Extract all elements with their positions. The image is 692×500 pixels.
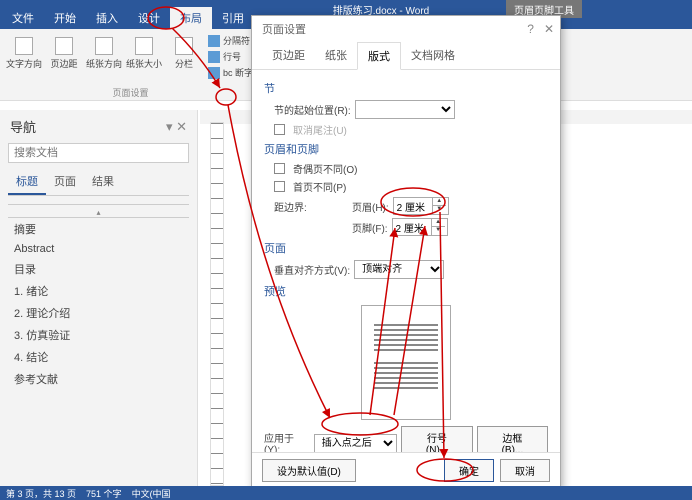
page-label: 页面 [264,240,548,256]
breaks-button[interactable]: 分隔符 [205,33,256,48]
text-direction-button[interactable]: 文字方向 [5,33,43,85]
nav-collapse-icon[interactable]: ▴ [8,204,189,218]
tab-design[interactable]: 设计 [128,7,170,29]
nav-item[interactable]: 3. 仿真验证 [8,324,189,346]
hf-label: 页眉和页脚 [264,141,548,157]
valign-select[interactable]: 顶端对齐 [354,260,444,279]
dlg-tab-margins[interactable]: 页边距 [262,42,315,69]
dialog-close-icon[interactable]: ✕ [544,22,554,36]
nav-item[interactable]: 1. 绪论 [8,280,189,302]
first-page-checkbox[interactable] [274,181,285,192]
tab-home[interactable]: 开始 [44,7,86,29]
first-page-label: 首页不同(P) [293,179,346,194]
margin-from-edge-label: 距边界: [274,199,348,214]
status-page[interactable]: 第 3 页，共 13 页 [6,487,76,499]
nav-item[interactable]: 2. 理论介绍 [8,302,189,324]
apply-to-select[interactable]: 插入点之后 [314,434,397,453]
tab-references[interactable]: 引用 [212,7,254,29]
header-dist-input[interactable] [394,198,432,214]
nav-item[interactable]: Abstract [8,240,189,258]
orientation-button[interactable]: 纸张方向 [85,33,123,85]
section-start-label: 节的起始位置(R): [274,102,351,117]
section-start-select[interactable] [355,100,455,119]
nav-tab-pages[interactable]: 页面 [46,169,84,195]
margins-button[interactable]: 页边距 [45,33,83,85]
cancel-button[interactable]: 取消 [500,459,550,482]
footer-dist-input[interactable] [393,219,431,235]
nav-close-icon[interactable]: ▾ ✕ [166,119,187,135]
header-dist-spinner[interactable]: ▲▼ [393,197,449,215]
spin-up-icon[interactable]: ▲ [432,219,445,227]
dialog-title: 页面设置 [262,21,306,37]
nav-item[interactable]: 摘要 [8,218,189,240]
dialog-help-icon[interactable]: ? [527,22,534,36]
group-page-setup-label: 页面设置 [5,85,256,100]
nav-tab-results[interactable]: 结果 [84,169,122,195]
footer-dist-spinner[interactable]: ▲▼ [392,218,448,236]
nav-title: 导航 [10,117,36,136]
apply-to-label: 应用于(Y): [264,430,310,452]
tab-insert[interactable]: 插入 [86,7,128,29]
suppress-endnote-label: 取消尾注(U) [293,122,347,137]
suppress-endnote-checkbox[interactable] [274,124,285,135]
tab-layout[interactable]: 布局 [170,7,212,29]
odd-even-checkbox[interactable] [274,163,285,174]
status-bar: 第 3 页，共 13 页 751 个字 中文(中国 [0,486,692,500]
line-numbers-dlg-button[interactable]: 行号(N)... [401,426,473,452]
navigation-pane: 导航 ▾ ✕ 标题 页面 结果 ▴ 摘要 Abstract 目录 1. 绪论 2.… [0,110,198,488]
nav-item[interactable]: 参考文献 [8,368,189,390]
nav-item[interactable]: 目录 [8,258,189,280]
section-label: 节 [264,80,548,96]
dlg-tab-paper[interactable]: 纸张 [315,42,357,69]
spin-down-icon[interactable]: ▼ [433,206,446,214]
paper-size-button[interactable]: 纸张大小 [125,33,163,85]
columns-button[interactable]: 分栏 [165,33,203,85]
dlg-tab-grid[interactable]: 文档网格 [401,42,465,69]
status-words[interactable]: 751 个字 [86,487,122,499]
header-dist-label: 页眉(H): [352,199,389,214]
set-default-button[interactable]: 设为默认值(D) [262,459,356,482]
page-setup-dialog: 页面设置 ? ✕ 页边距 纸张 版式 文档网格 节 节的起始位置(R): 取消尾注… [251,15,561,489]
search-input[interactable] [8,143,189,163]
ok-button[interactable]: 确定 [444,459,494,482]
status-ime[interactable]: 中文(中国 [132,487,171,499]
nav-tabs: 标题 页面 结果 [8,169,189,196]
odd-even-label: 奇偶页不同(O) [293,161,357,176]
borders-dlg-button[interactable]: 边框(B)... [477,426,548,452]
spin-up-icon[interactable]: ▲ [433,198,446,206]
tab-file[interactable]: 文件 [2,7,44,29]
dlg-tab-layout[interactable]: 版式 [357,42,401,70]
preview-label: 预览 [264,283,548,299]
spin-down-icon[interactable]: ▼ [432,227,445,235]
nav-tab-headings[interactable]: 标题 [8,169,46,195]
vertical-ruler[interactable] [210,122,224,486]
line-numbers-button[interactable]: 行号 [205,49,256,64]
footer-dist-label: 页脚(F): [352,220,388,235]
nav-item[interactable]: 4. 结论 [8,346,189,368]
hyphenation-button[interactable]: bc 断字 [205,65,256,80]
valign-label: 垂直对齐方式(V): [274,262,350,277]
preview-thumbnail [361,305,451,420]
